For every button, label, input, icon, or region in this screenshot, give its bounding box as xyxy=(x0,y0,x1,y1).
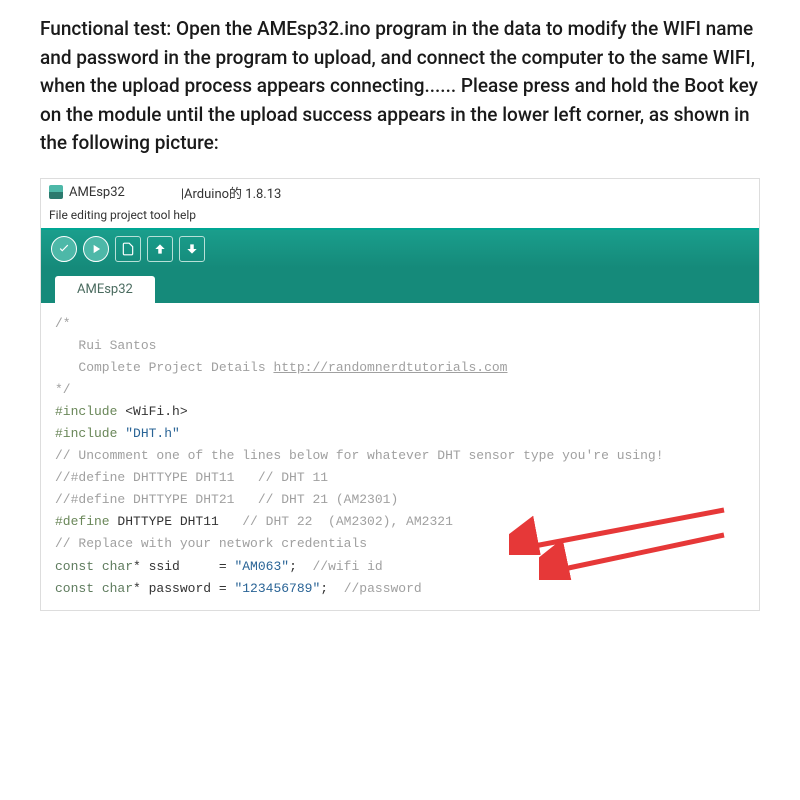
tab-bar: AMEsp32 xyxy=(41,268,759,303)
upload-button[interactable] xyxy=(83,236,109,262)
code-type: char xyxy=(94,559,133,574)
code-include: #include xyxy=(55,426,125,441)
code-text: ; xyxy=(289,559,312,574)
code-define: #define xyxy=(55,514,110,529)
code-comment: // DHT 22 (AM2302), AM2321 xyxy=(242,514,453,529)
code-type: char xyxy=(94,581,133,596)
arrow-up-icon xyxy=(153,242,167,256)
code-string: "AM063" xyxy=(234,559,289,574)
code-text: * ssid = xyxy=(133,559,234,574)
ide-screenshot: AMEsp32 |Arduino的 1.8.13 File editing pr… xyxy=(40,178,760,611)
code-text: * password = xyxy=(133,581,234,596)
code-include: #include xyxy=(55,404,125,419)
code-comment: /* xyxy=(55,316,71,331)
code-comment: //#define DHTTYPE DHT11 // DHT 11 xyxy=(55,470,328,485)
save-button[interactable] xyxy=(179,236,205,262)
arrow-right-icon xyxy=(89,242,103,256)
code-text: DHTTYPE DHT11 xyxy=(110,514,243,529)
code-comment: //password xyxy=(344,581,422,596)
toolbar xyxy=(41,228,759,268)
tab-amesp32[interactable]: AMEsp32 xyxy=(55,276,155,303)
project-name: AMEsp32 xyxy=(69,185,125,200)
code-header: <WiFi.h> xyxy=(125,404,187,419)
code-link: http://randomnerdtutorials.com xyxy=(273,360,507,375)
ide-title-bar: AMEsp32 |Arduino的 1.8.13 xyxy=(41,179,759,206)
new-file-button[interactable] xyxy=(115,236,141,262)
arduino-icon xyxy=(49,185,63,199)
file-icon xyxy=(121,242,135,256)
code-comment: //#define DHTTYPE DHT21 // DHT 21 (AM230… xyxy=(55,492,398,507)
verify-button[interactable] xyxy=(51,236,77,262)
code-comment: // Replace with your network credentials xyxy=(55,536,367,551)
instruction-paragraph: Functional test: Open the AMEsp32.ino pr… xyxy=(40,15,760,158)
code-comment: // Uncomment one of the lines below for … xyxy=(55,448,664,463)
code-string: "DHT.h" xyxy=(125,426,180,441)
code-string: "123456789" xyxy=(234,581,320,596)
ide-version: |Arduino的 1.8.13 xyxy=(181,183,282,202)
code-text: ; xyxy=(320,581,343,596)
code-comment: Complete Project Details xyxy=(55,360,273,375)
menu-bar[interactable]: File editing project tool help xyxy=(41,206,759,228)
code-editor[interactable]: /* Rui Santos Complete Project Details h… xyxy=(41,303,759,610)
arrow-down-icon xyxy=(185,242,199,256)
code-comment: */ xyxy=(55,382,71,397)
check-icon xyxy=(57,242,71,256)
open-button[interactable] xyxy=(147,236,173,262)
code-comment: //wifi id xyxy=(312,559,382,574)
code-keyword: const xyxy=(55,581,94,596)
code-keyword: const xyxy=(55,559,94,574)
code-comment: Rui Santos xyxy=(55,338,156,353)
